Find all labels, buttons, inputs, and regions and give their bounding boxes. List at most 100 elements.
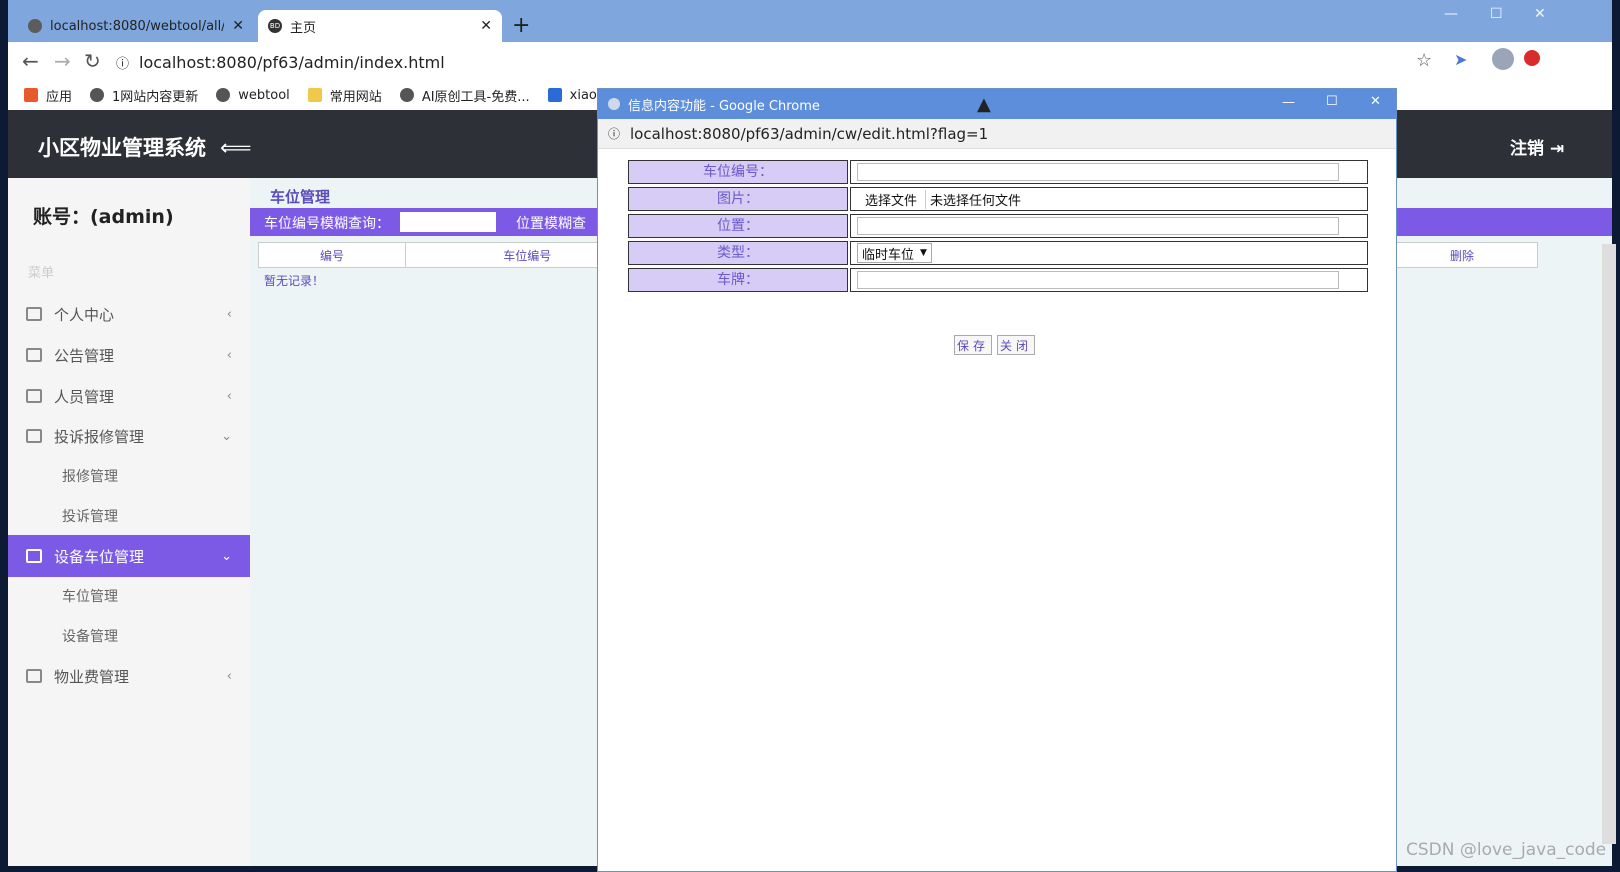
chevron-left-icon: ‹: [226, 347, 232, 363]
minimize-icon[interactable]: —: [1444, 6, 1458, 22]
forward-icon[interactable]: →: [54, 49, 71, 73]
new-tab-icon[interactable]: +: [512, 13, 530, 38]
popup-titlebar: 信息内容功能 - Google Chrome — ☐ ✕: [598, 89, 1396, 119]
dropdown-arrow-icon: ▼: [920, 248, 927, 258]
info-icon: ⓘ: [116, 56, 130, 72]
chevron-left-icon: ‹: [226, 668, 232, 684]
breadcrumb: 车位管理: [270, 188, 331, 206]
empty-message: 暂无记录！: [264, 274, 325, 288]
bookmark-item[interactable]: AI原创工具-免费...: [399, 86, 530, 105]
account-label: 账号：(admin): [33, 206, 174, 228]
space-number-input[interactable]: [857, 163, 1339, 181]
close-icon[interactable]: ✕: [480, 18, 492, 34]
form-row-location: 位置：: [628, 214, 1368, 238]
column-header: 编号: [259, 243, 406, 267]
close-icon[interactable]: ✕: [232, 18, 244, 34]
sidebar-item-staff[interactable]: 人员管理 ‹: [8, 376, 250, 416]
window-icon: [26, 429, 42, 443]
globe-icon: [216, 88, 231, 102]
back-icon[interactable]: ←: [22, 49, 39, 73]
type-select[interactable]: 临时车位 ▼: [857, 243, 932, 263]
chevron-down-icon: ⌄: [221, 548, 232, 564]
popup-address-bar: ⓘ localhost:8080/pf63/admin/cw/edit.html…: [598, 119, 1396, 149]
plate-input[interactable]: [857, 271, 1339, 289]
maximize-icon[interactable]: ☐: [1326, 94, 1338, 109]
sidebar-item-notices[interactable]: 公告管理 ‹: [8, 335, 250, 375]
logout-icon: ⇥: [1549, 139, 1565, 159]
form-row-plate: 车牌：: [628, 268, 1368, 292]
window-icon: [26, 348, 42, 362]
choose-file-button[interactable]: 选择文件: [857, 189, 927, 209]
search-input[interactable]: [400, 212, 496, 232]
search-label: 位置模糊查: [516, 216, 586, 232]
sidebar-item-equipment[interactable]: 设备管理: [8, 616, 250, 656]
folder-icon: [307, 88, 322, 102]
window-icon: [26, 549, 42, 563]
column-header: 删除: [1450, 248, 1475, 263]
scrollbar[interactable]: [1602, 244, 1616, 844]
reload-icon[interactable]: ↻: [84, 49, 101, 73]
field-label: 类型：: [628, 241, 848, 265]
close-window-icon[interactable]: ✕: [1534, 6, 1546, 22]
field-label: 车牌：: [628, 268, 848, 292]
p-icon: [547, 88, 562, 102]
info-icon: ⓘ: [608, 127, 621, 141]
tab-strip: localhost:8080/webtool/all/in ✕ BD 主页 ✕ …: [8, 0, 1612, 42]
sidebar-item-fees[interactable]: 物业费管理 ‹: [8, 656, 250, 696]
bookmark-folder[interactable]: 常用网站: [307, 86, 382, 105]
form-row-type: 类型： 临时车位 ▼: [628, 241, 1368, 265]
search-label: 车位编号模糊查询：: [264, 216, 390, 232]
avatar[interactable]: [1492, 48, 1514, 70]
sidebar-item-equipment-parking[interactable]: 设备车位管理 ⌄: [8, 535, 250, 577]
mouse-cursor-icon: ▲: [977, 94, 991, 115]
window-icon: [26, 669, 42, 683]
tab-title: localhost:8080/webtool/all/in: [50, 18, 225, 34]
tab-webtool[interactable]: localhost:8080/webtool/all/in ✕: [18, 10, 254, 42]
adblock-icon[interactable]: [1524, 50, 1540, 66]
bookmark-item[interactable]: 1网站内容更新: [90, 86, 198, 105]
field-label: 车位编号：: [628, 160, 848, 184]
extension-icon[interactable]: ➤: [1454, 50, 1467, 69]
popup-title: 信息内容功能 - Google Chrome: [628, 98, 820, 114]
file-status: 未选择任何文件: [930, 193, 1022, 209]
globe-icon: [90, 88, 105, 102]
app-title: 小区物业管理系统: [38, 136, 206, 160]
menu-toggle-icon[interactable]: ⟸: [220, 136, 252, 161]
location-input[interactable]: [857, 217, 1339, 235]
sidebar-item-repairs[interactable]: 报修管理: [8, 456, 250, 496]
globe-icon: [608, 98, 620, 110]
watermark: CSDN @love_java_code: [1406, 840, 1607, 860]
sidebar-item-profile[interactable]: 个人中心 ‹: [8, 294, 250, 334]
star-icon[interactable]: ☆: [1416, 50, 1432, 71]
apps-grid-icon: [24, 88, 38, 102]
window-icon: [26, 307, 42, 321]
address-bar[interactable]: ⓘ localhost:8080/pf63/admin/index.html: [116, 48, 1566, 76]
save-button[interactable]: 保存: [954, 335, 992, 355]
maximize-icon[interactable]: ☐: [1490, 6, 1503, 22]
close-button[interactable]: 关闭: [997, 335, 1035, 355]
form-row-image: 图片： 选择文件 未选择任何文件: [628, 187, 1368, 211]
bookmark-item[interactable]: webtool: [216, 88, 290, 103]
minimize-icon[interactable]: —: [1282, 95, 1295, 110]
bookmark-apps[interactable]: 应用: [24, 86, 72, 105]
window-icon: [26, 389, 42, 403]
sidebar-item-complaints[interactable]: 投诉报修管理 ⌄: [8, 416, 250, 456]
sidebar-item-complaint-mgmt[interactable]: 投诉管理: [8, 496, 250, 536]
globe-icon: [399, 88, 414, 102]
tab-home[interactable]: BD 主页 ✕: [258, 10, 502, 42]
chevron-left-icon: ‹: [226, 306, 232, 322]
field-label: 位置：: [628, 214, 848, 238]
sidebar-item-parking[interactable]: 车位管理: [8, 576, 250, 616]
address-text: localhost:8080/pf63/admin/index.html: [139, 52, 445, 72]
logout-button[interactable]: 注销 ⇥: [1510, 134, 1564, 159]
field-label: 图片：: [628, 187, 848, 211]
chevron-down-icon: ⌄: [221, 428, 232, 444]
menu-header: 菜单: [28, 266, 55, 281]
tab-title: 主页: [290, 20, 317, 36]
close-window-icon[interactable]: ✕: [1370, 94, 1381, 109]
baidu-icon: BD: [268, 19, 282, 33]
popup-url: localhost:8080/pf63/admin/cw/edit.html?f…: [630, 124, 989, 143]
sidebar: 账号：(admin) 菜单 个人中心 ‹ 公告管理 ‹ 人员管理 ‹ 投诉报修管理 ⌄ …: [8, 178, 250, 866]
globe-icon: [28, 19, 42, 33]
form-row-number: 车位编号：: [628, 160, 1368, 184]
